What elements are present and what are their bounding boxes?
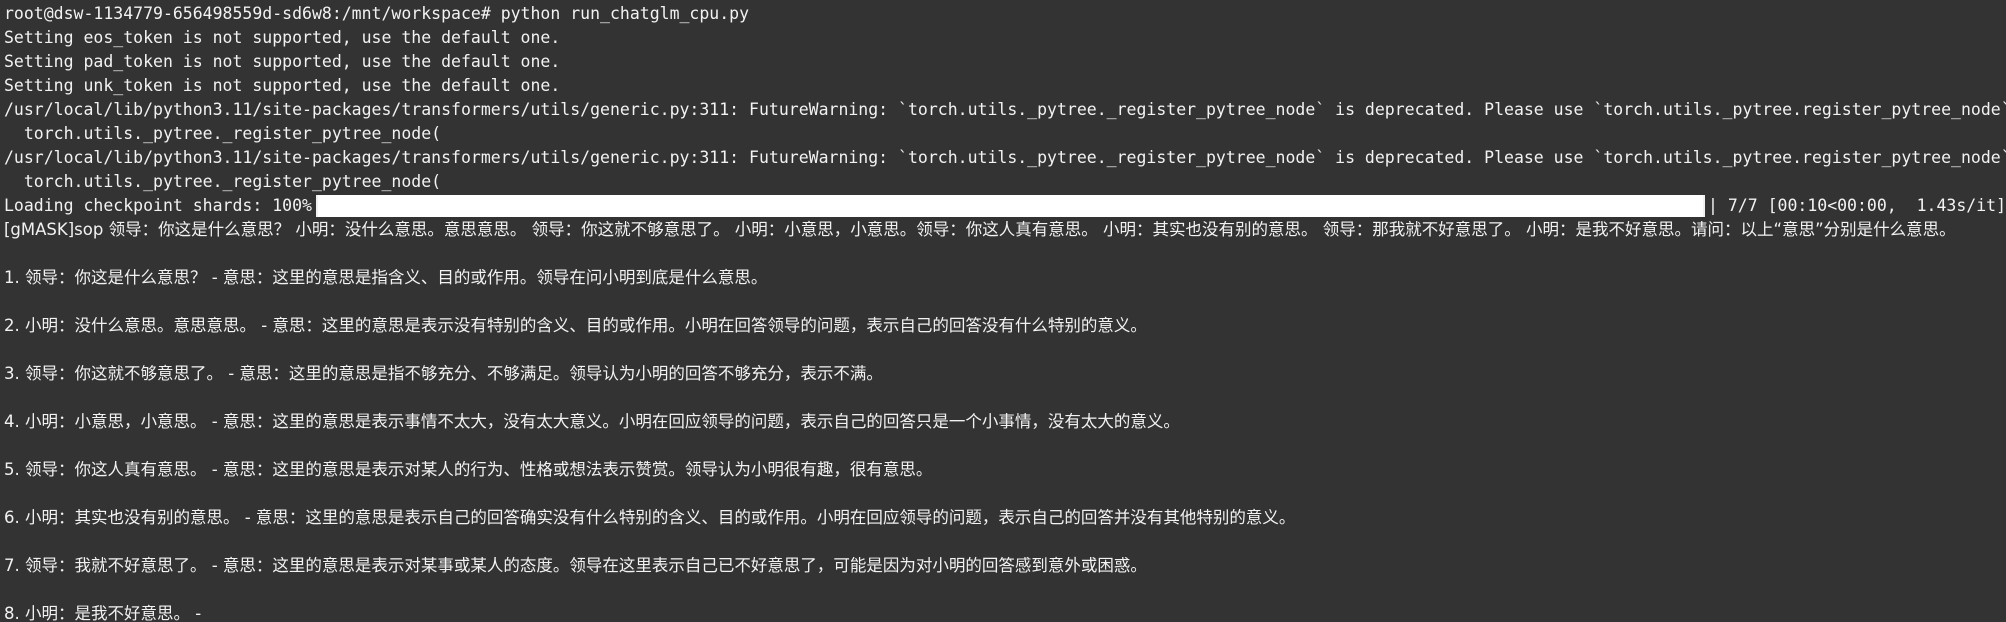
progress-stats: | 7/7 [00:10<00:00, 1.43s/it] — [1707, 196, 2006, 215]
terminal-window[interactable]: root@dsw-1134779-656498559d-sd6w8:/mnt/w… — [0, 0, 2006, 622]
answer-line: 3. 领导：你这就不够意思了。 - 意思：这里的意思是指不够充分、不够满足。领导… — [4, 364, 883, 383]
warning-line: torch.utils._pytree._register_pytree_nod… — [4, 124, 442, 143]
warning-line: Setting unk_token is not supported, use … — [4, 76, 561, 95]
progress-line: Loading checkpoint shards: 100% | 7/7 [0… — [4, 194, 2006, 218]
warning-line: /usr/local/lib/python3.11/site-packages/… — [4, 148, 2006, 167]
warning-line: Setting eos_token is not supported, use … — [4, 28, 561, 47]
warning-line: /usr/local/lib/python3.11/site-packages/… — [4, 100, 2006, 119]
answer-line: 4. 小明：小意思，小意思。 - 意思：这里的意思是表示事情不太大，没有太大意义… — [4, 412, 1180, 431]
answer-line: 1. 领导：你这是什么意思？ - 意思：这里的意思是指含义、目的或作用。领导在问… — [4, 268, 768, 287]
answer-line: 6. 小明：其实也没有别的意思。 - 意思：这里的意思是表示自己的回答确实没有什… — [4, 508, 1296, 527]
progress-bar — [315, 195, 1705, 217]
command-prompt-line: root@dsw-1134779-656498559d-sd6w8:/mnt/w… — [4, 4, 750, 23]
progress-label: Loading checkpoint shards: 100% — [4, 196, 312, 215]
warning-line: Setting pad_token is not supported, use … — [4, 52, 561, 71]
progress-bar-fill — [317, 195, 1703, 217]
answer-line: 2. 小明：没什么意思。意思意思。 - 意思：这里的意思是表示没有特别的含义、目… — [4, 316, 1147, 335]
model-response-intro: [gMASK]sop 领导：你这是什么意思？ 小明：没什么意思。意思意思。 领导… — [4, 220, 1956, 239]
answer-line: 8. 小明：是我不好意思。 - — [4, 604, 202, 622]
warning-line: torch.utils._pytree._register_pytree_nod… — [4, 172, 442, 191]
answer-line: 7. 领导：我就不好意思了。 - 意思：这里的意思是表示对某事或某人的态度。领导… — [4, 556, 1147, 575]
answer-line: 5. 领导：你这人真有意思。 - 意思：这里的意思是表示对某人的行为、性格或想法… — [4, 460, 933, 479]
